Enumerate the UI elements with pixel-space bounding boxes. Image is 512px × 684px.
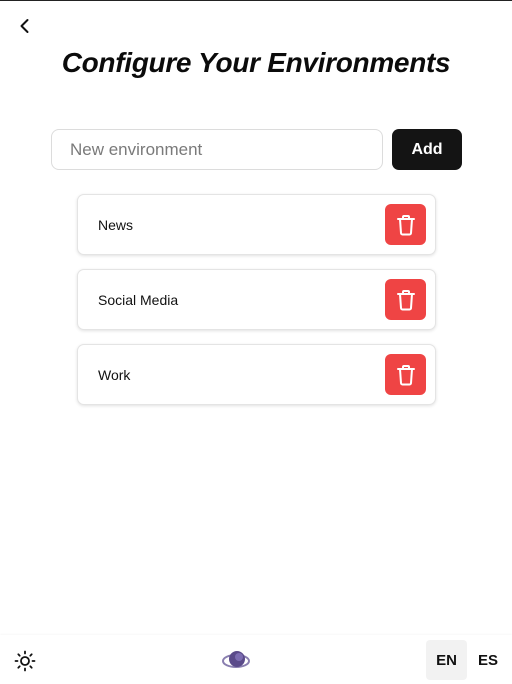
environment-item: Work — [77, 344, 436, 405]
theme-toggle-button[interactable] — [13, 649, 37, 673]
add-environment-form: Add — [51, 129, 462, 170]
configure-environments-page: Configure Your Environments Add News Soc… — [0, 0, 512, 684]
chevron-left-icon — [20, 19, 29, 33]
environment-name: Social Media — [98, 291, 179, 308]
add-button[interactable]: Add — [392, 129, 462, 170]
bottom-bar: EN ES — [0, 635, 512, 684]
language-es-button[interactable]: ES — [468, 640, 508, 680]
language-en-button[interactable]: EN — [426, 640, 467, 680]
environment-name: Work — [98, 366, 131, 383]
sun-icon — [14, 650, 36, 672]
new-environment-input[interactable] — [51, 129, 383, 170]
back-button[interactable] — [14, 15, 36, 37]
trash-icon — [396, 214, 415, 235]
delete-environment-button[interactable] — [385, 279, 426, 320]
environment-item: News — [77, 194, 436, 255]
trash-icon — [396, 364, 415, 385]
environment-name: News — [98, 216, 134, 233]
trash-icon — [396, 289, 415, 310]
page-title: Configure Your Environments — [61, 47, 451, 78]
delete-environment-button[interactable] — [385, 204, 426, 245]
environment-list: News Social Media Work — [77, 194, 436, 419]
delete-environment-button[interactable] — [385, 354, 426, 395]
app-logo-icon — [222, 651, 250, 668]
app-logo — [221, 647, 251, 673]
environment-item: Social Media — [77, 269, 436, 330]
